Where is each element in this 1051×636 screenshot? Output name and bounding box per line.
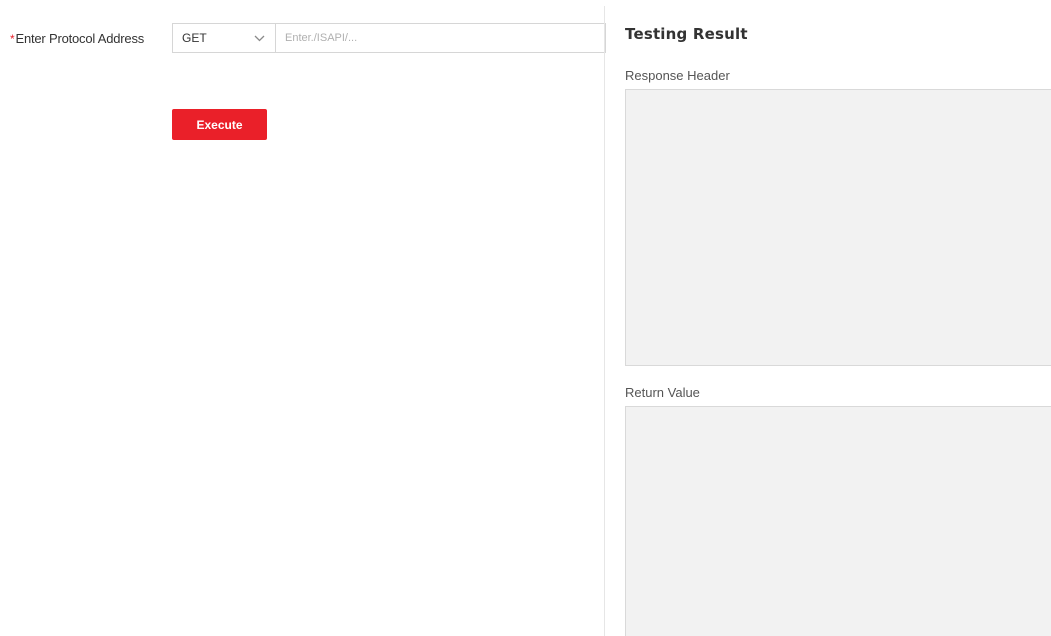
response-header-box[interactable] [625,89,1051,366]
protocol-address-label: *Enter Protocol Address [10,31,172,46]
response-header-label: Response Header [625,68,730,83]
testing-result-title: Testing Result [625,25,748,43]
isapi-test-page: *Enter Protocol Address GET Execute Test… [0,0,1051,636]
return-value-label: Return Value [625,385,700,400]
execute-button[interactable]: Execute [172,109,267,140]
method-select-value: GET [182,31,207,45]
testing-result-panel: Testing Result Response Header Return Va… [605,0,1051,636]
protocol-address-label-text: Enter Protocol Address [15,30,145,46]
return-value-box[interactable] [625,406,1051,636]
protocol-address-row: *Enter Protocol Address GET [10,23,606,53]
method-select[interactable]: GET [172,23,276,53]
protocol-address-input[interactable] [275,23,606,53]
chevron-down-icon [250,24,268,52]
request-panel: *Enter Protocol Address GET Execute [0,0,606,636]
required-mark: * [10,31,15,46]
